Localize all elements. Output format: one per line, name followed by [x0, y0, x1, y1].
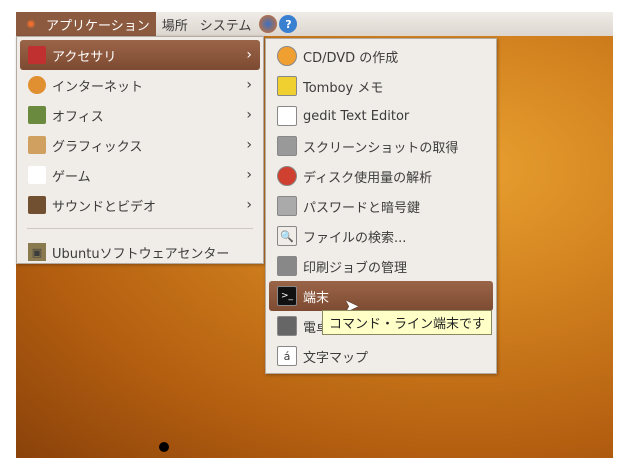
software-center-icon: ▣: [28, 243, 46, 261]
menu-item-1[interactable]: インターネット ›: [20, 70, 260, 100]
keys-icon: [277, 196, 297, 216]
globe-icon: [28, 76, 46, 94]
item-label: Ubuntuソフトウェアセンター: [52, 246, 230, 262]
item-label: アクセサリ: [52, 49, 117, 65]
charmap-icon: á: [277, 346, 297, 366]
submenu-item-6[interactable]: 🔍 ファイルの検索...: [269, 221, 493, 251]
chevron-right-icon: ›: [246, 167, 252, 183]
search-icon: 🔍: [277, 226, 297, 246]
system-menu[interactable]: システム: [194, 12, 258, 36]
submenu-item-2[interactable]: gedit Text Editor: [269, 101, 493, 131]
tomboy-icon: [277, 76, 297, 96]
firefox-icon[interactable]: [259, 15, 278, 33]
submenu-item-1[interactable]: Tomboy メモ: [269, 71, 493, 101]
multimedia-icon: [28, 196, 46, 214]
submenu-item-0[interactable]: CD/DVD の作成: [269, 41, 493, 71]
top-panel: ✺ アプリケーション 場所 システム ?: [16, 12, 613, 36]
graphics-icon: [28, 136, 46, 154]
chevron-right-icon: ›: [246, 137, 252, 153]
chevron-right-icon: ›: [246, 77, 252, 93]
menu-item-0[interactable]: アクセサリ ›: [20, 40, 260, 70]
menu-item-5[interactable]: サウンドとビデオ ›: [20, 190, 260, 220]
chevron-right-icon: ›: [246, 197, 252, 213]
places-menu[interactable]: 場所: [156, 12, 194, 36]
item-label: ディスク使用量の解析: [303, 170, 433, 186]
submenu-item-5[interactable]: パスワードと暗号鍵: [269, 191, 493, 221]
item-label: パスワードと暗号鍵: [303, 200, 421, 216]
separator: [27, 228, 253, 229]
item-label: グラフィックス: [52, 139, 143, 155]
terminal-icon: >_: [277, 286, 297, 306]
submenu-item-7[interactable]: 印刷ジョブの管理: [269, 251, 493, 281]
cards-icon: [28, 166, 46, 184]
menu-item-4[interactable]: ゲーム ›: [20, 160, 260, 190]
camera-icon: [277, 136, 297, 156]
text-editor-icon: [277, 106, 297, 126]
item-label: CD/DVD の作成: [303, 50, 399, 66]
item-label: インターネット: [52, 79, 144, 95]
item-label: Tomboy メモ: [303, 80, 384, 96]
item-label: gedit Text Editor: [303, 108, 410, 124]
submenu-item-3[interactable]: スクリーンショットの取得: [269, 131, 493, 161]
applications-dropdown: アクセサリ › インターネット › オフィス › グラフィックス › ゲーム › サウンドとビデオ ›…: [16, 36, 264, 264]
ubuntu-logo-icon: ✺: [26, 17, 36, 31]
chevron-right-icon: ›: [246, 107, 252, 123]
item-label: サウンドとビデオ: [52, 199, 157, 215]
applications-menu[interactable]: ✺ アプリケーション: [16, 12, 156, 36]
disk-usage-icon: [277, 166, 297, 186]
office-icon: [28, 106, 46, 124]
submenu-item-4[interactable]: ディスク使用量の解析: [269, 161, 493, 191]
menu-item-2[interactable]: オフィス ›: [20, 100, 260, 130]
black-dot: [159, 442, 169, 452]
printer-icon: [277, 256, 297, 276]
item-label: ゲーム: [52, 169, 91, 185]
chevron-right-icon: ›: [246, 47, 252, 63]
accessories-icon: [28, 46, 46, 64]
submenu-item-10[interactable]: á 文字マップ: [269, 341, 493, 371]
item-label: 文字マップ: [303, 350, 369, 366]
help-icon[interactable]: ?: [279, 15, 298, 33]
calculator-icon: [277, 316, 297, 336]
menu-item-3[interactable]: グラフィックス ›: [20, 130, 260, 160]
item-label: ファイルの検索...: [303, 230, 407, 246]
tooltip: コマンド・ライン端末です: [322, 310, 493, 335]
applications-label: アプリケーション: [46, 18, 150, 34]
submenu-item-8[interactable]: >_ 端末: [269, 281, 493, 311]
item-label: オフィス: [52, 109, 104, 125]
menu-item-software-center[interactable]: ▣ Ubuntuソフトウェアセンター: [20, 237, 260, 267]
item-label: スクリーンショットの取得: [303, 140, 459, 156]
cd-burner-icon: [277, 46, 297, 66]
item-label: 端末: [303, 290, 330, 306]
item-label: 印刷ジョブの管理: [303, 260, 408, 276]
